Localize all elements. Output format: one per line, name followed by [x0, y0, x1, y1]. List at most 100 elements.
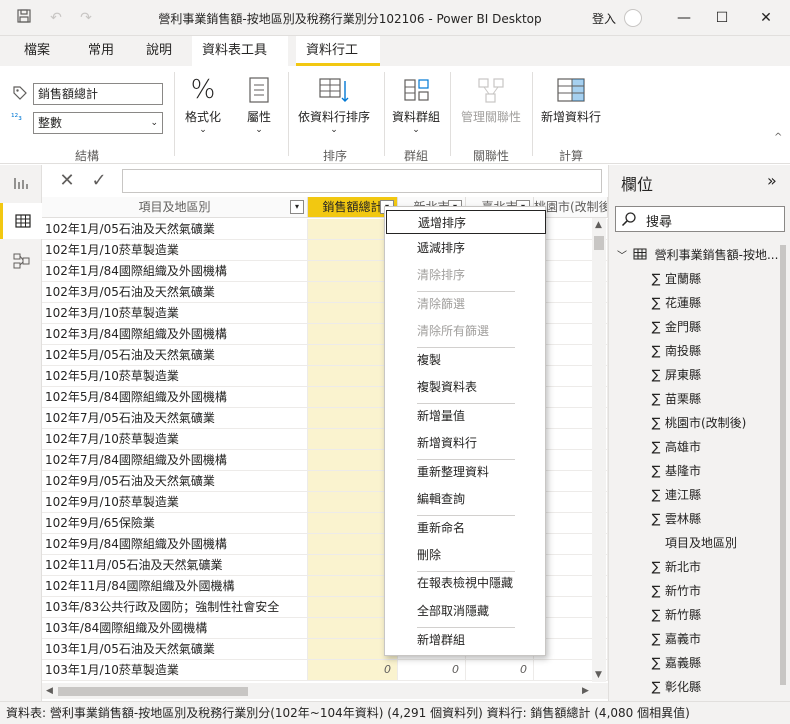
row-label-cell[interactable]: 103年1月/05石油及天然氣礦業 [42, 639, 308, 660]
report-view-icon[interactable] [0, 165, 42, 201]
menu-item-clear-sort[interactable]: 清除排序 [385, 263, 545, 287]
menu-item-hide-in-report-view[interactable]: 在報表檢視中隱藏 [385, 571, 545, 595]
field-item[interactable]: ∑ 彰化縣 [647, 675, 790, 699]
field-item[interactable]: ∑ 連江縣 [647, 483, 790, 507]
tab-home[interactable]: 常用 [78, 36, 124, 66]
close-icon[interactable]: ✕ [752, 6, 780, 30]
data-groups-button[interactable]: 資料群組 ⌄ [388, 72, 444, 135]
menu-item-copy[interactable]: 複製 [385, 348, 545, 372]
row-label-cell[interactable]: 102年5月/05石油及天然氣礦業 [42, 345, 308, 366]
value-cell[interactable]: 0 [398, 660, 466, 681]
commit-formula-icon[interactable]: ✓ [86, 169, 112, 193]
field-item[interactable]: ∑ 高雄市 [647, 435, 790, 459]
menu-item-unhide-all[interactable]: 全部取消隱藏 [385, 599, 545, 623]
grid-vertical-scrollbar[interactable]: ▲ ▼ [592, 218, 606, 682]
field-item[interactable]: ∑ 桃園市(改制後) [647, 411, 790, 435]
row-label-cell[interactable]: 102年1月/10菸草製造業 [42, 240, 308, 261]
row-label-cell[interactable]: 103年/84國際組織及外國機構 [42, 618, 308, 639]
scroll-thumb[interactable] [594, 236, 604, 250]
menu-item-edit-query[interactable]: 編輯查詢 [385, 487, 545, 511]
menu-item-sort-ascending[interactable]: 遞增排序 [386, 210, 546, 234]
data-type-select[interactable]: 整數 ⌄ [33, 112, 163, 134]
menu-item-rename[interactable]: 重新命名 [385, 516, 545, 540]
field-item[interactable]: ∑ 雲林縣 [647, 507, 790, 531]
field-item[interactable]: ∑ 花蓮縣 [647, 291, 790, 315]
row-label-cell[interactable]: 103年/83公共行政及國防；強制性社會安全 [42, 597, 308, 618]
tab-help[interactable]: 說明 [136, 36, 182, 66]
value-cell[interactable]: 0 [308, 660, 398, 681]
model-view-icon[interactable] [0, 243, 42, 279]
tab-column-tools[interactable]: 資料行工具 [296, 36, 380, 88]
field-item[interactable]: ∑ 新竹市 [647, 579, 790, 603]
formula-input[interactable] [122, 169, 602, 193]
menu-item-refresh-data[interactable]: 重新整理資料 [385, 460, 545, 484]
sort-by-column-button[interactable]: 依資料行排序 ⌄ [294, 72, 374, 135]
field-item[interactable]: ∑ 宜蘭縣 [647, 267, 790, 291]
menu-item-new-column[interactable]: 新增資料行 [385, 431, 545, 455]
scroll-left-icon[interactable]: ◀ [46, 686, 53, 696]
redo-icon[interactable]: ↷ [76, 8, 96, 28]
row-label-cell[interactable]: 102年3月/84國際組織及外國機構 [42, 324, 308, 345]
scroll-up-icon[interactable]: ▲ [595, 220, 602, 230]
field-item[interactable]: 項目及地區別 [647, 531, 790, 555]
collapse-pane-icon[interactable]: » [767, 171, 777, 190]
cancel-formula-icon[interactable]: ✕ [54, 169, 80, 193]
field-item[interactable]: ∑ 嘉義市 [647, 627, 790, 651]
manage-relationships-button[interactable]: 管理關聯性 [454, 72, 528, 125]
table-node[interactable]: ﹀ 營利事業銷售額-按地... [617, 243, 787, 267]
grid-horizontal-scrollbar[interactable]: ◀ ▶ [42, 683, 608, 699]
value-cell[interactable]: 0 [466, 660, 534, 681]
scroll-thumb[interactable] [58, 687, 248, 696]
field-item[interactable]: ∑ 金門縣 [647, 315, 790, 339]
field-item[interactable]: ∑ 新北市 [647, 555, 790, 579]
field-item[interactable]: ∑ 新竹縣 [647, 603, 790, 627]
row-label-cell[interactable]: 102年11月/05石油及天然氣礦業 [42, 555, 308, 576]
field-item[interactable]: ∑ 苗栗縣 [647, 387, 790, 411]
row-label-cell[interactable]: 102年1月/84國際組織及外國機構 [42, 261, 308, 282]
tab-table-tools[interactable]: 資料表工具 [192, 36, 288, 66]
scroll-right-icon[interactable]: ▶ [582, 686, 589, 696]
menu-item-sort-descending[interactable]: 遞減排序 [385, 236, 545, 260]
minimize-icon[interactable]: — [670, 6, 698, 30]
menu-item-delete[interactable]: 刪除 [385, 543, 545, 567]
scroll-thumb[interactable] [780, 245, 786, 685]
save-icon[interactable] [14, 8, 34, 28]
format-button[interactable]: % 格式化 ⌄ [178, 72, 228, 135]
field-item[interactable]: ∑ 基隆市 [647, 459, 790, 483]
menu-item-clear-filter[interactable]: 清除篩選 [385, 292, 545, 316]
avatar[interactable] [624, 9, 642, 27]
row-label-cell[interactable]: 102年9月/65保險業 [42, 513, 308, 534]
row-label-cell[interactable]: 102年7月/05石油及天然氣礦業 [42, 408, 308, 429]
maximize-icon[interactable]: ☐ [708, 6, 736, 30]
column-name-input[interactable]: 銷售額總計 [33, 83, 163, 105]
properties-button[interactable]: 屬性 ⌄ [236, 72, 282, 135]
fields-search-input[interactable]: 搜尋 [615, 206, 785, 232]
menu-item-copy-table[interactable]: 複製資料表 [385, 375, 545, 399]
row-label-cell[interactable]: 102年9月/10菸草製造業 [42, 492, 308, 513]
tab-file[interactable]: 檔案 [14, 36, 60, 66]
row-label-cell[interactable]: 102年7月/84國際組織及外國機構 [42, 450, 308, 471]
scroll-down-icon[interactable]: ▼ [595, 670, 602, 680]
menu-item-new-measure[interactable]: 新增量值 [385, 404, 545, 428]
undo-icon[interactable]: ↶ [46, 8, 66, 28]
row-label-cell[interactable]: 102年5月/10菸草製造業 [42, 366, 308, 387]
row-label-cell[interactable]: 103年1月/10菸草製造業 [42, 660, 308, 681]
field-item[interactable]: ∑ 嘉義縣 [647, 651, 790, 675]
sign-in-link[interactable]: 登入 [592, 10, 616, 27]
row-label-cell[interactable]: 102年11月/84國際組織及外國機構 [42, 576, 308, 597]
data-view-icon[interactable] [0, 203, 42, 239]
row-label-cell[interactable]: 102年9月/05石油及天然氣礦業 [42, 471, 308, 492]
fields-scrollbar[interactable] [779, 245, 787, 693]
menu-item-clear-all-filters[interactable]: 清除所有篩選 [385, 319, 545, 343]
row-label-cell[interactable]: 102年3月/05石油及天然氣礦業 [42, 282, 308, 303]
field-item[interactable]: ∑ 屏東縣 [647, 363, 790, 387]
row-label-cell[interactable]: 102年5月/84國際組織及外國機構 [42, 387, 308, 408]
field-item[interactable]: ∑ 南投縣 [647, 339, 790, 363]
row-label-cell[interactable]: 102年1月/05石油及天然氣礦業 [42, 219, 308, 240]
row-label-cell[interactable]: 102年9月/84國際組織及外國機構 [42, 534, 308, 555]
collapse-ribbon-icon[interactable]: ^ [774, 132, 782, 143]
filter-dropdown-icon[interactable]: ▾ [290, 200, 304, 214]
menu-item-new-group[interactable]: 新增群組 [385, 628, 545, 652]
row-label-cell[interactable]: 102年3月/10菸草製造業 [42, 303, 308, 324]
column-header-item[interactable]: 項目及地區別 ▾ [42, 197, 308, 218]
